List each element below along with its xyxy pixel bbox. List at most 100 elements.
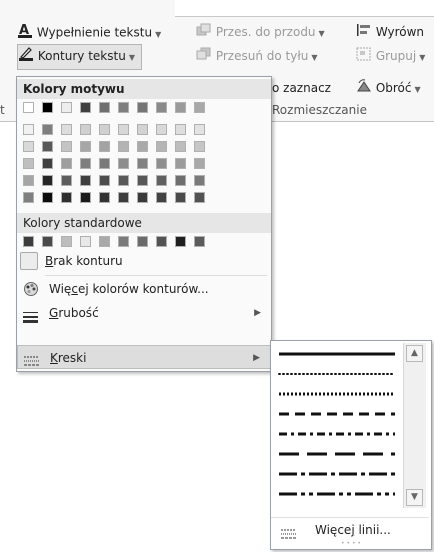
theme-color-swatch[interactable] bbox=[42, 102, 53, 113]
standard-color-swatch[interactable] bbox=[156, 236, 167, 247]
rotate-button[interactable]: Obróć ▼ bbox=[356, 78, 421, 98]
weight-item[interactable]: Grubość ▶ bbox=[17, 301, 271, 325]
theme-shade-swatch[interactable] bbox=[156, 124, 167, 135]
theme-shade-swatch[interactable] bbox=[23, 124, 34, 135]
no-outline-item[interactable]: Brak konturu bbox=[17, 249, 271, 273]
theme-shade-swatch[interactable] bbox=[118, 124, 129, 135]
theme-shade-swatch[interactable] bbox=[137, 175, 148, 186]
theme-shade-swatch[interactable] bbox=[137, 124, 148, 135]
standard-color-swatch[interactable] bbox=[80, 236, 91, 247]
submenu-scrollbar[interactable]: ▲ ▼ bbox=[403, 343, 426, 508]
theme-shade-swatch[interactable] bbox=[156, 192, 167, 203]
theme-shade-swatch[interactable] bbox=[175, 175, 186, 186]
theme-shade-swatch[interactable] bbox=[137, 141, 148, 152]
theme-shade-swatch[interactable] bbox=[118, 175, 129, 186]
pen-outline-icon bbox=[18, 45, 34, 68]
theme-shade-swatch[interactable] bbox=[61, 141, 72, 152]
standard-color-swatch[interactable] bbox=[175, 236, 186, 247]
theme-color-swatch[interactable] bbox=[80, 102, 91, 113]
theme-shade-swatch[interactable] bbox=[175, 124, 186, 135]
more-lines-item[interactable]: Więcej linii... bbox=[271, 517, 429, 542]
dashes-label: reski bbox=[57, 351, 87, 365]
theme-shade-swatch[interactable] bbox=[80, 124, 91, 135]
theme-shade-swatch[interactable] bbox=[42, 158, 53, 169]
theme-shade-swatch[interactable] bbox=[137, 158, 148, 169]
chevron-down-icon: ▼ bbox=[128, 53, 135, 62]
bring-forward-icon bbox=[196, 23, 212, 43]
send-backward-label: Przesuń do tyłu bbox=[215, 49, 309, 63]
theme-shade-swatch[interactable] bbox=[156, 158, 167, 169]
dashes-item[interactable]: Kreski ▶ bbox=[17, 345, 271, 369]
theme-shade-swatch[interactable] bbox=[61, 175, 72, 186]
scroll-down-icon[interactable]: ▼ bbox=[406, 489, 423, 506]
theme-shade-swatch[interactable] bbox=[80, 141, 91, 152]
theme-shade-swatch[interactable] bbox=[61, 158, 72, 169]
theme-shade-swatch[interactable] bbox=[23, 158, 34, 169]
theme-shade-swatch[interactable] bbox=[61, 124, 72, 135]
theme-shade-swatch[interactable] bbox=[118, 192, 129, 203]
theme-shade-swatch[interactable] bbox=[137, 192, 148, 203]
theme-shade-swatch[interactable] bbox=[23, 141, 34, 152]
standard-color-swatch[interactable] bbox=[99, 236, 110, 247]
chevron-down-icon: ▼ bbox=[155, 29, 162, 39]
standard-color-swatch[interactable] bbox=[23, 236, 34, 247]
standard-color-swatch[interactable] bbox=[137, 236, 148, 247]
standard-color-swatch[interactable] bbox=[118, 236, 129, 247]
theme-color-swatch[interactable] bbox=[118, 102, 129, 113]
theme-shade-swatch[interactable] bbox=[194, 192, 205, 203]
theme-shade-swatch[interactable] bbox=[80, 192, 91, 203]
theme-shade-swatch[interactable] bbox=[194, 158, 205, 169]
theme-color-swatch[interactable] bbox=[23, 102, 34, 113]
theme-color-swatch[interactable] bbox=[61, 102, 72, 113]
theme-shade-swatch[interactable] bbox=[99, 141, 110, 152]
theme-shade-swatch[interactable] bbox=[99, 175, 110, 186]
resize-grip[interactable]: • • • • bbox=[331, 541, 371, 547]
bring-forward-button[interactable]: Przes. do przodu ▼ bbox=[196, 22, 325, 42]
theme-shade-swatch[interactable] bbox=[23, 175, 34, 186]
standard-color-swatch[interactable] bbox=[61, 236, 72, 247]
theme-shade-swatch[interactable] bbox=[99, 158, 110, 169]
theme-shade-swatch[interactable] bbox=[194, 124, 205, 135]
theme-shade-swatch[interactable] bbox=[175, 158, 186, 169]
theme-color-swatch[interactable] bbox=[156, 102, 167, 113]
dashes-submenu: ▲ ▼ Więcej linii... • • • • bbox=[270, 340, 432, 550]
theme-color-swatch[interactable] bbox=[137, 102, 148, 113]
theme-shade-swatch[interactable] bbox=[61, 192, 72, 203]
theme-color-swatch[interactable] bbox=[99, 102, 110, 113]
theme-shade-swatch[interactable] bbox=[194, 175, 205, 186]
chevron-down-icon: ▼ bbox=[318, 29, 325, 38]
text-fill-button[interactable]: A Wypełnienie tekstu ▼ bbox=[17, 22, 161, 42]
theme-shade-swatch[interactable] bbox=[118, 141, 129, 152]
theme-shade-swatch[interactable] bbox=[175, 141, 186, 152]
theme-shade-swatch[interactable] bbox=[175, 192, 186, 203]
send-backward-icon bbox=[196, 47, 212, 67]
theme-colors-header: Kolory motywu bbox=[17, 79, 271, 99]
theme-shade-swatch[interactable] bbox=[80, 158, 91, 169]
theme-shade-swatch[interactable] bbox=[42, 124, 53, 135]
theme-shade-swatch[interactable] bbox=[99, 124, 110, 135]
more-outline-colors-item[interactable]: Więcej kolorów konturów... bbox=[17, 277, 271, 301]
align-button[interactable]: Wyrówn bbox=[356, 22, 424, 42]
standard-color-swatch[interactable] bbox=[42, 236, 53, 247]
scroll-up-icon[interactable]: ▲ bbox=[406, 345, 423, 362]
theme-shade-swatch[interactable] bbox=[194, 141, 205, 152]
theme-shade-swatch[interactable] bbox=[156, 175, 167, 186]
theme-color-swatch[interactable] bbox=[194, 102, 205, 113]
theme-shade-swatch[interactable] bbox=[80, 175, 91, 186]
theme-shade-swatch[interactable] bbox=[99, 192, 110, 203]
dash-style-icon bbox=[281, 524, 297, 548]
theme-shade-swatch[interactable] bbox=[42, 141, 53, 152]
theme-shade-swatch[interactable] bbox=[42, 192, 53, 203]
text-outline-button[interactable]: Kontury tekstu ▼ bbox=[17, 44, 142, 70]
theme-shade-swatch[interactable] bbox=[118, 158, 129, 169]
dash-style-icon bbox=[24, 351, 40, 375]
theme-shade-swatch[interactable] bbox=[156, 141, 167, 152]
group-button[interactable]: Grupuj ▼ bbox=[356, 46, 425, 66]
theme-shade-swatch[interactable] bbox=[23, 192, 34, 203]
theme-shade-swatch[interactable] bbox=[42, 175, 53, 186]
more-lines-label-b: linii... bbox=[354, 523, 391, 537]
selection-pane-button[interactable]: o zaznacz bbox=[272, 78, 331, 98]
theme-color-swatch[interactable] bbox=[175, 102, 186, 113]
send-backward-button[interactable]: Przesuń do tyłu ▼ bbox=[196, 46, 318, 66]
standard-color-swatch[interactable] bbox=[194, 236, 205, 247]
